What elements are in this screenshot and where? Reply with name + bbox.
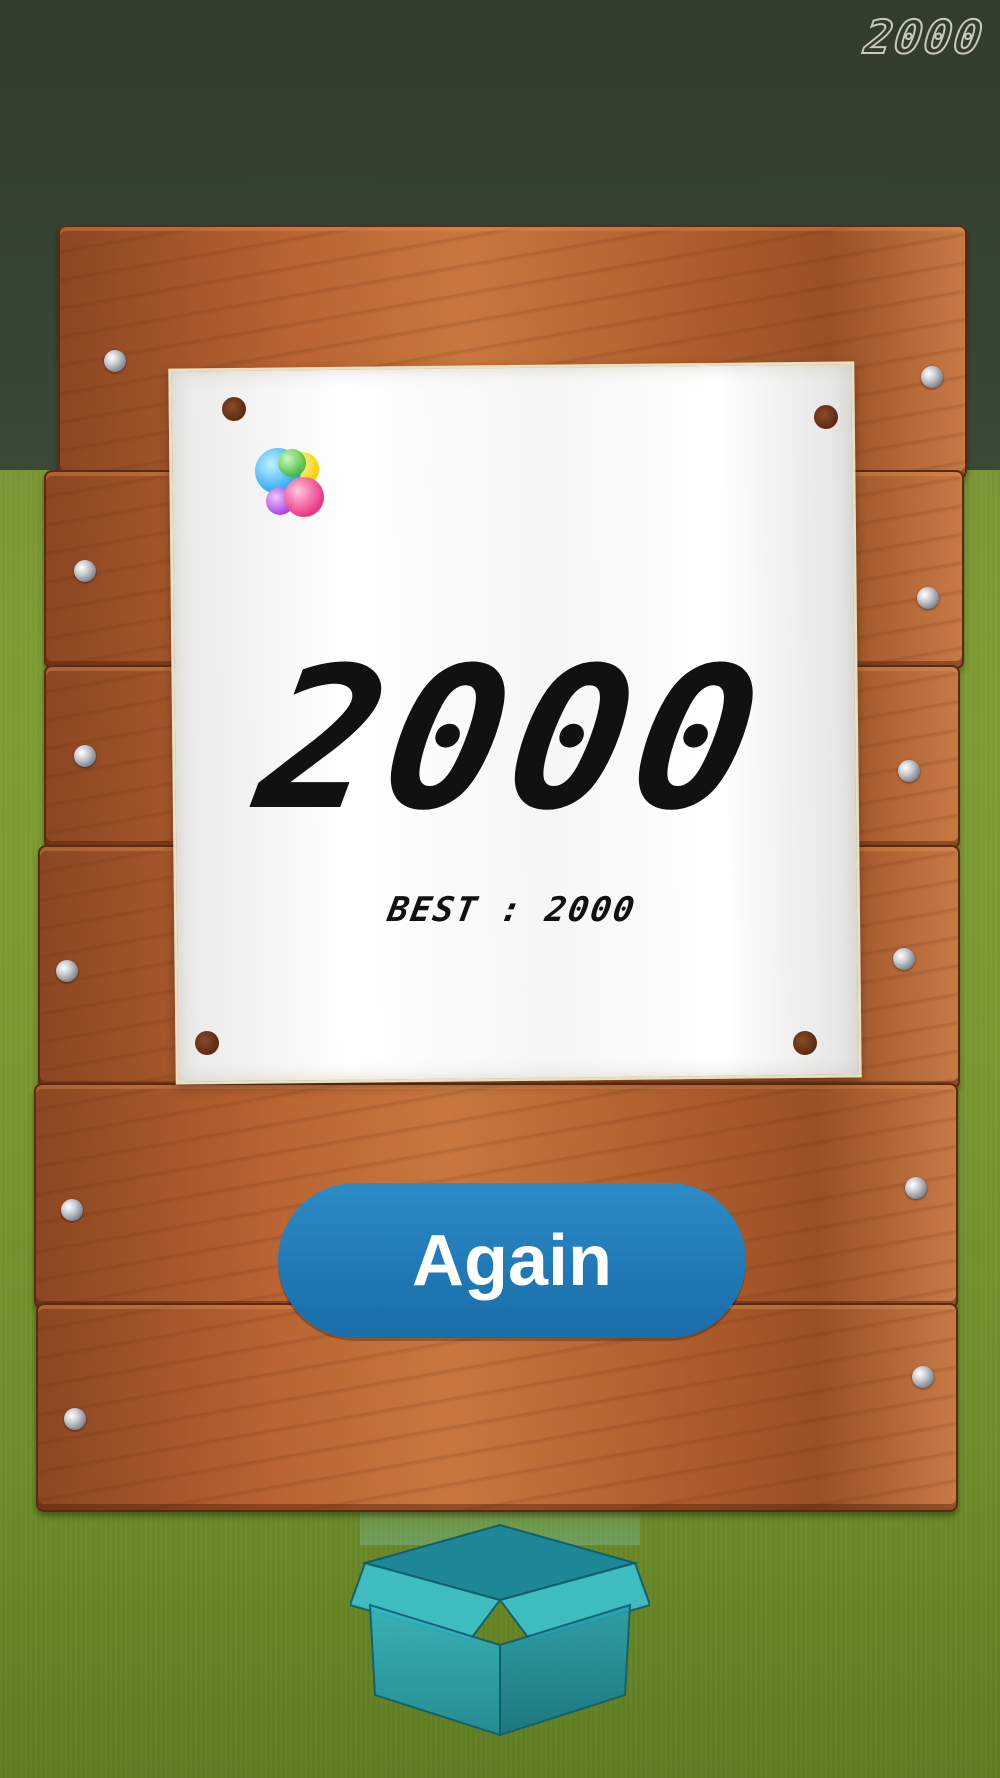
paper-pin (793, 1031, 817, 1055)
nail (905, 1177, 927, 1199)
best-value: 2000 (542, 890, 640, 930)
paper-pin (222, 397, 246, 421)
paper-pin (195, 1031, 219, 1055)
nail (64, 1408, 86, 1430)
nail (893, 948, 915, 970)
nail (104, 350, 126, 372)
game-center-icon[interactable] (252, 445, 330, 523)
final-score: 2000 (243, 626, 781, 854)
nail (74, 745, 96, 767)
nail (912, 1366, 934, 1388)
open-box-icon (350, 1523, 650, 1737)
game-over-screen: 2000 2000 BEST: 2000 Again (0, 0, 1000, 1778)
best-score: BEST : 2000 (168, 890, 855, 930)
nail (56, 960, 78, 982)
again-button[interactable]: Again (278, 1183, 746, 1338)
nail (61, 1199, 83, 1221)
paper-pin (814, 405, 838, 429)
best-separator: : (497, 890, 527, 930)
nail (917, 587, 939, 609)
nail (921, 366, 943, 388)
hud-score: 2000 (860, 9, 988, 65)
best-label: BEST (384, 890, 482, 930)
nail (898, 760, 920, 782)
nail (74, 560, 96, 582)
